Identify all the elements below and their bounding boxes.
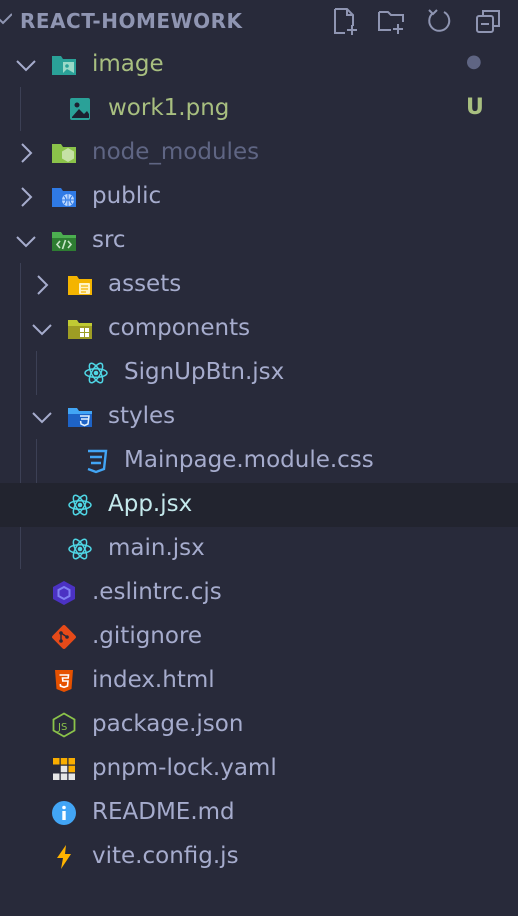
tree-item-label: SignUpBtn.jsx	[124, 359, 285, 385]
refresh-icon[interactable]	[424, 6, 454, 36]
chevron-right-icon	[16, 187, 36, 207]
tree-item-label: public	[92, 183, 162, 209]
image-file-icon	[67, 96, 93, 122]
tree-item-readme-md[interactable]: README.md	[0, 791, 518, 835]
components-folder-icon	[67, 316, 93, 342]
chevron-right-icon	[16, 143, 36, 163]
tree-item-vite-config-js[interactable]: vite.config.js	[0, 835, 518, 879]
tree-item-index-html[interactable]: index.html	[0, 659, 518, 703]
tree-item-gitignore[interactable]: .gitignore	[0, 615, 518, 659]
tree-item-assets[interactable]: assets	[0, 263, 518, 307]
tree-item-label: vite.config.js	[92, 843, 239, 869]
tree-item-label: Mainpage.module.css	[124, 447, 374, 473]
tree-item-label: main.jsx	[108, 535, 205, 561]
tree-item-label: components	[108, 315, 251, 341]
tree-item-components[interactable]: components	[0, 307, 518, 351]
tree-item-label: node_modules	[92, 139, 260, 165]
eslint-icon	[51, 580, 77, 606]
tree-item-main-jsx[interactable]: main.jsx	[0, 527, 518, 571]
tree-item-label: assets	[108, 271, 182, 297]
collapse-all-icon[interactable]	[473, 6, 503, 36]
chevron-down-icon	[16, 231, 36, 251]
html-icon	[51, 668, 77, 694]
new-folder-icon[interactable]	[376, 6, 406, 36]
chevron-down-icon	[32, 407, 52, 427]
tree-item-label: .gitignore	[92, 623, 203, 649]
svg-text:JS: JS	[57, 722, 67, 733]
react-icon	[83, 360, 109, 386]
image-folder-icon	[51, 52, 77, 78]
styles-folder-icon	[67, 404, 93, 430]
tree-item-label: pnpm-lock.yaml	[92, 755, 277, 781]
css-icon	[83, 448, 109, 474]
tree-item-signupbtn-jsx[interactable]: SignUpBtn.jsx	[0, 351, 518, 395]
tree-item-label: README.md	[92, 799, 235, 825]
tree-item-label: image	[92, 51, 164, 77]
tree-item-label: src	[92, 227, 126, 253]
new-file-icon[interactable]	[330, 6, 360, 36]
tree-item-label: .eslintrc.cjs	[92, 579, 222, 605]
untracked-badge: U	[466, 95, 484, 120]
tree-item-label: App.jsx	[108, 491, 193, 517]
src-folder-icon	[51, 228, 77, 254]
explorer-header: REACT-HOMEWORK	[0, 0, 518, 40]
chevron-down-icon	[16, 55, 36, 75]
tree-item-src[interactable]: src	[0, 219, 518, 263]
chevron-down-icon	[32, 319, 52, 339]
git-icon	[51, 624, 77, 650]
tree-item-node-modules[interactable]: node_modules	[0, 131, 518, 175]
public-folder-icon	[51, 184, 77, 210]
info-icon	[51, 800, 77, 826]
tree-item-public[interactable]: public	[0, 175, 518, 219]
tree-item-label: package.json	[92, 711, 244, 737]
modified-dot-badge: ●	[466, 51, 482, 72]
tree-item-label: work1.png	[108, 95, 230, 121]
tree-item-label: styles	[108, 403, 176, 429]
tree-item-app-jsx[interactable]: App.jsx	[0, 483, 518, 527]
tree-item-package-json[interactable]: JS package.json	[0, 703, 518, 747]
chevron-right-icon	[32, 275, 52, 295]
vite-icon	[51, 844, 77, 870]
nodejs-icon: JS	[51, 712, 77, 738]
react-icon	[67, 536, 93, 562]
tree-item-eslintrc-cjs[interactable]: .eslintrc.cjs	[0, 571, 518, 615]
tree-item-styles[interactable]: styles	[0, 395, 518, 439]
explorer-title: REACT-HOMEWORK	[20, 9, 243, 33]
chevron-down-icon[interactable]	[0, 10, 13, 32]
assets-folder-icon	[67, 272, 93, 298]
tree-item-image[interactable]: image ●	[0, 43, 518, 87]
tree-item-mainpage-module-css[interactable]: Mainpage.module.css	[0, 439, 518, 483]
react-icon	[67, 492, 93, 518]
pnpm-icon	[51, 756, 77, 782]
node-folder-icon	[51, 140, 77, 166]
tree-item-label: index.html	[92, 667, 215, 693]
tree-item-work1-png[interactable]: work1.png U	[0, 87, 518, 131]
tree-item-pnpm-lock-yaml[interactable]: pnpm-lock.yaml	[0, 747, 518, 791]
